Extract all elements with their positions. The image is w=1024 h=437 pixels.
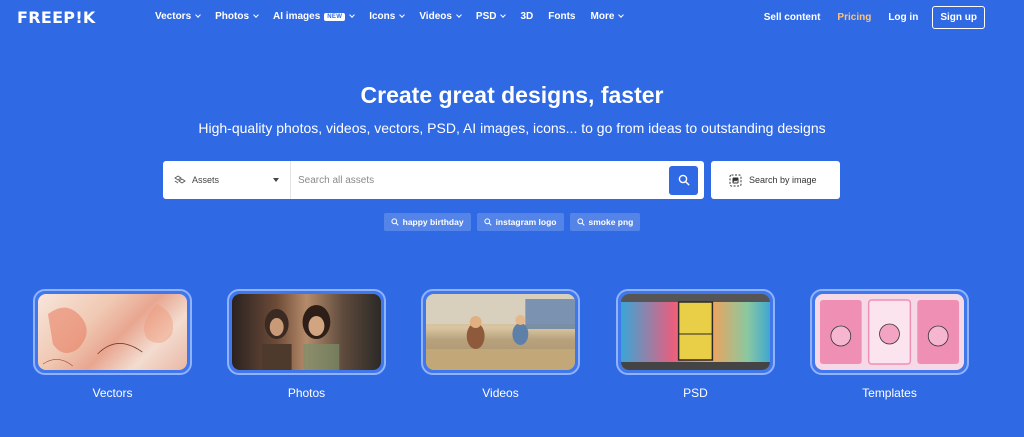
vectors-thumbnail-image <box>38 294 187 370</box>
search-input[interactable] <box>291 161 669 199</box>
category-label: Photos <box>287 386 326 400</box>
photos-thumbnail-image <box>232 294 381 370</box>
suggestion-chip-label: instagram logo <box>495 217 557 227</box>
search-by-image-button[interactable]: Search by image <box>711 161 840 199</box>
suggestion-chip[interactable]: happy birthday <box>383 213 471 231</box>
menu-fonts-label: Fonts <box>548 11 576 22</box>
menu-psd-label: PSD <box>475 11 497 22</box>
suggestion-chip[interactable]: smoke png <box>569 213 641 231</box>
search-icon <box>678 174 690 186</box>
search-by-image-label: Search by image <box>749 175 817 185</box>
category-thumbnail <box>227 289 386 375</box>
image-search-icon <box>729 174 742 186</box>
top-nav: FREEP!K Vectors Photos AI images NEW Icon… <box>0 0 1024 36</box>
menu-vectors[interactable]: Vectors <box>155 11 201 22</box>
login-link[interactable]: Log in <box>888 12 918 23</box>
psd-thumbnail-image <box>621 294 770 370</box>
menu-vectors-label: Vectors <box>155 11 192 22</box>
chevron-down-icon <box>618 12 625 18</box>
category-card-psd[interactable]: PSD <box>616 289 775 400</box>
suggestion-chips: happy birthday instagram logo smoke png <box>0 213 1024 231</box>
templates-thumbnail-image <box>815 294 964 370</box>
menu-psd[interactable]: PSD <box>475 11 507 22</box>
category-label: PSD <box>683 386 708 400</box>
search-button[interactable] <box>669 165 698 195</box>
caret-down-icon <box>273 178 279 182</box>
chevron-down-icon <box>253 12 259 18</box>
menu-more-label: More <box>590 11 615 22</box>
category-thumbnail <box>810 289 969 375</box>
new-badge: NEW <box>324 12 346 21</box>
category-thumbnail <box>33 289 192 375</box>
search-icon <box>576 218 585 226</box>
hero-title: Create great designs, faster <box>360 82 664 108</box>
pricing-link[interactable]: Pricing <box>837 12 871 23</box>
category-thumbnail <box>616 289 775 375</box>
suggestion-chip-label: happy birthday <box>402 217 464 227</box>
chevron-down-icon <box>195 12 201 18</box>
menu-ai-images[interactable]: AI images NEW <box>273 11 356 22</box>
search-icon <box>483 218 492 226</box>
chevron-down-icon <box>500 12 507 18</box>
menu-more[interactable]: More <box>590 11 625 22</box>
nav-right: Sell content Pricing Log in Sign up <box>747 6 985 29</box>
category-label: Videos <box>482 386 519 400</box>
asset-type-select[interactable]: Assets <box>163 161 291 199</box>
hero-subtitle: High-quality photos, videos, vectors, PS… <box>198 120 826 136</box>
suggestion-chip[interactable]: instagram logo <box>476 213 564 231</box>
asset-type-label: Assets <box>192 175 220 185</box>
menu-3d-label: 3D <box>520 11 534 22</box>
suggestion-chip-label: smoke png <box>588 217 634 227</box>
sell-content-link[interactable]: Sell content <box>764 12 821 23</box>
menu-3d[interactable]: 3D <box>520 11 533 22</box>
menu-icons-label: Icons <box>369 11 396 22</box>
category-thumbnail <box>421 289 580 375</box>
menu-videos[interactable]: Videos <box>419 11 462 22</box>
menu-videos-label: Videos <box>419 11 452 22</box>
menu-photos-label: Photos <box>215 11 250 22</box>
menu-icons[interactable]: Icons <box>369 11 406 22</box>
menu-fonts[interactable]: Fonts <box>548 11 575 22</box>
category-card-photos[interactable]: Photos <box>227 289 386 400</box>
search-icon <box>391 218 399 226</box>
menu-photos[interactable]: Photos <box>215 11 259 22</box>
main-menu: Vectors Photos AI images NEW Icons Videos… <box>155 11 638 22</box>
freepik-logo[interactable]: FREEP!K <box>17 8 96 27</box>
category-card-videos[interactable]: Videos <box>421 289 580 400</box>
category-card-vectors[interactable]: Vectors <box>33 289 192 400</box>
signup-button[interactable]: Sign up <box>932 6 985 29</box>
category-label: Vectors <box>92 386 133 400</box>
assets-icon <box>174 175 186 184</box>
category-label: Templates <box>862 386 917 400</box>
chevron-down-icon <box>456 12 462 18</box>
menu-ai-images-label: AI images <box>273 11 321 22</box>
chevron-down-icon <box>349 12 356 18</box>
search-bar: Assets <box>163 161 704 199</box>
videos-thumbnail-image <box>426 294 575 370</box>
chevron-down-icon <box>399 12 406 18</box>
category-card-templates[interactable]: Templates <box>810 289 969 400</box>
